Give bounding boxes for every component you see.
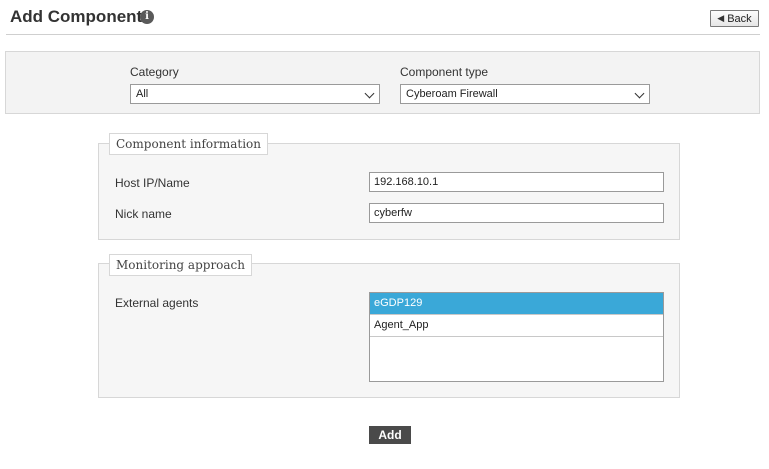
back-button-label: Back (727, 12, 752, 25)
back-button[interactable]: ◀ Back (710, 10, 759, 27)
host-ip-label: Host IP/Name (115, 176, 190, 190)
info-icon[interactable]: i (140, 10, 154, 24)
chevron-down-icon (364, 88, 375, 99)
list-item[interactable]: Agent_App (370, 315, 663, 337)
nick-name-label: Nick name (115, 207, 172, 221)
back-arrow-icon: ◀ (717, 13, 725, 23)
page-header: Add Component i ◀ Back (0, 0, 769, 36)
component-information-legend: Component information (109, 133, 269, 155)
category-select-value: All (136, 88, 149, 100)
component-type-select[interactable]: Cyberoam Firewall (400, 84, 650, 104)
list-item[interactable]: eGDP129 (370, 293, 663, 315)
monitoring-approach-legend: Monitoring approach (109, 254, 253, 276)
external-agents-listbox[interactable]: eGDP129 Agent_App (369, 292, 664, 382)
component-type-label: Component type (400, 65, 489, 79)
header-divider (6, 34, 760, 35)
external-agents-label: External agents (115, 296, 199, 310)
page-title: Add Component (10, 7, 143, 26)
nick-name-input[interactable] (369, 203, 664, 223)
filter-panel: Category All Component type Cyberoam Fir… (5, 51, 760, 114)
category-label: Category (130, 65, 179, 79)
chevron-down-icon (634, 88, 645, 99)
host-ip-input[interactable] (369, 172, 664, 192)
add-button[interactable]: Add (369, 426, 411, 444)
category-select[interactable]: All (130, 84, 380, 104)
component-type-select-value: Cyberoam Firewall (406, 88, 498, 100)
